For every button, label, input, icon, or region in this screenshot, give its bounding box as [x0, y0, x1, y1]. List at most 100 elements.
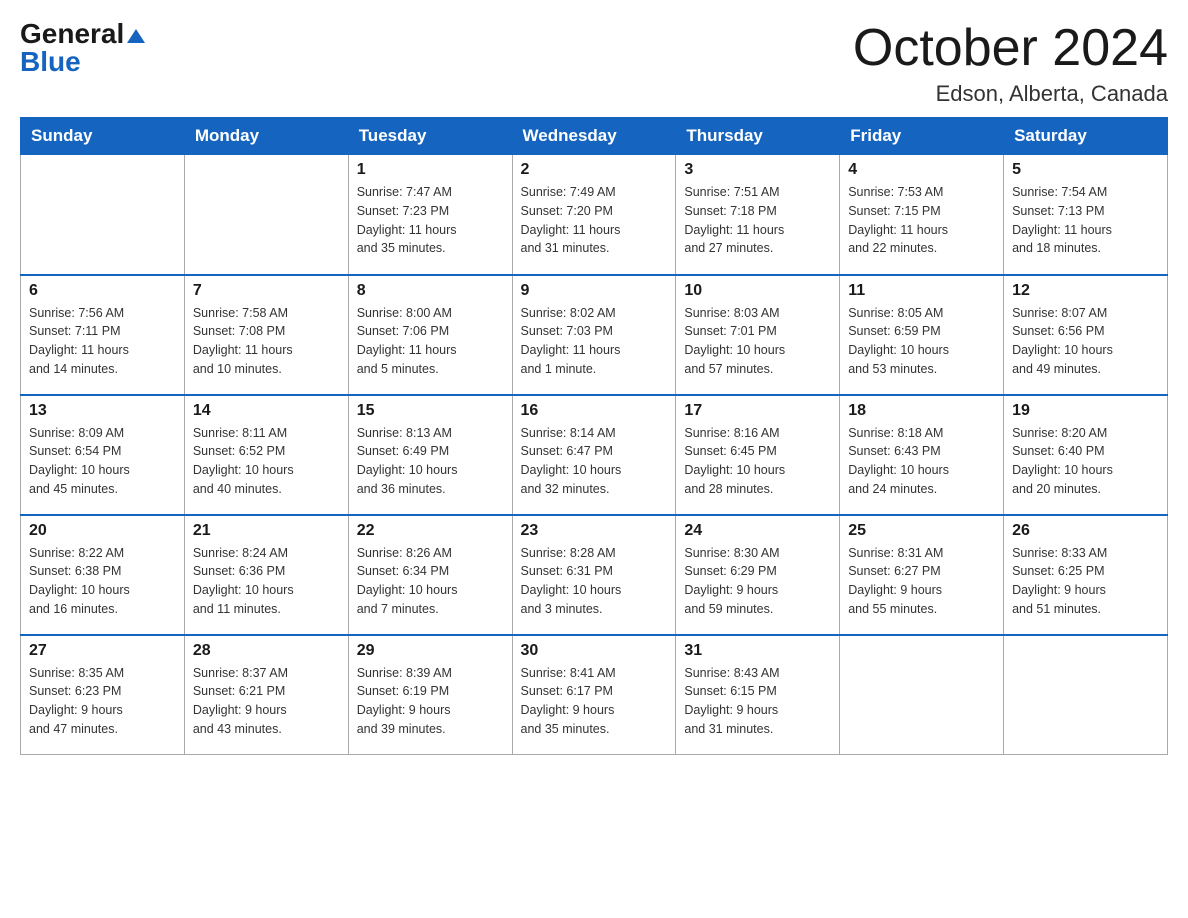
day-info: Sunrise: 8:16 AMSunset: 6:45 PMDaylight:…: [684, 424, 831, 499]
day-number: 27: [29, 642, 176, 660]
day-number: 29: [357, 642, 504, 660]
calendar-table: SundayMondayTuesdayWednesdayThursdayFrid…: [20, 117, 1168, 755]
calendar-cell: 5Sunrise: 7:54 AMSunset: 7:13 PMDaylight…: [1004, 155, 1168, 275]
page-header: General Blue October 2024 Edson, Alberta…: [20, 20, 1168, 107]
day-info: Sunrise: 7:51 AMSunset: 7:18 PMDaylight:…: [684, 183, 831, 258]
day-info: Sunrise: 7:56 AMSunset: 7:11 PMDaylight:…: [29, 304, 176, 379]
day-info: Sunrise: 8:02 AMSunset: 7:03 PMDaylight:…: [521, 304, 668, 379]
day-of-week-header: Sunday: [21, 118, 185, 155]
day-info: Sunrise: 7:49 AMSunset: 7:20 PMDaylight:…: [521, 183, 668, 258]
day-info: Sunrise: 8:14 AMSunset: 6:47 PMDaylight:…: [521, 424, 668, 499]
day-info: Sunrise: 8:09 AMSunset: 6:54 PMDaylight:…: [29, 424, 176, 499]
calendar-cell: 26 Sunrise: 8:33 AMSunset: 6:25 PMDayligh…: [1004, 515, 1168, 635]
day-info: Sunrise: 7:47 AMSunset: 7:23 PMDaylight:…: [357, 183, 504, 258]
day-info: Sunrise: 8:33 AMSunset: 6:25 PMDaylight:…: [1012, 544, 1159, 619]
logo: General Blue: [20, 20, 145, 76]
day-number: 17: [684, 402, 831, 420]
day-info: Sunrise: 8:03 AMSunset: 7:01 PMDaylight:…: [684, 304, 831, 379]
day-number: 14: [193, 402, 340, 420]
day-number: 12: [1012, 282, 1159, 300]
day-info: Sunrise: 7:53 AMSunset: 7:15 PMDaylight:…: [848, 183, 995, 258]
day-of-week-header: Wednesday: [512, 118, 676, 155]
day-info: Sunrise: 8:20 AMSunset: 6:40 PMDaylight:…: [1012, 424, 1159, 499]
day-number: 4: [848, 161, 995, 179]
day-of-week-header: Friday: [840, 118, 1004, 155]
calendar-week-row: 20 Sunrise: 8:22 AMSunset: 6:38 PMDayligh…: [21, 515, 1168, 635]
calendar-cell: 18Sunrise: 8:18 AMSunset: 6:43 PMDayligh…: [840, 395, 1004, 515]
month-title: October 2024: [853, 20, 1168, 77]
calendar-cell: 13Sunrise: 8:09 AMSunset: 6:54 PMDayligh…: [21, 395, 185, 515]
day-number: 24: [684, 522, 831, 540]
calendar-cell: 17 Sunrise: 8:16 AMSunset: 6:45 PMDayligh…: [676, 395, 840, 515]
calendar-cell: 1Sunrise: 7:47 AMSunset: 7:23 PMDaylight…: [348, 155, 512, 275]
calendar-cell: 15 Sunrise: 8:13 AMSunset: 6:49 PMDayligh…: [348, 395, 512, 515]
calendar-cell: 7 Sunrise: 7:58 AMSunset: 7:08 PMDaylight…: [184, 275, 348, 395]
header-row: SundayMondayTuesdayWednesdayThursdayFrid…: [21, 118, 1168, 155]
day-of-week-header: Monday: [184, 118, 348, 155]
calendar-cell: 30 Sunrise: 8:41 AMSunset: 6:17 PMDayligh…: [512, 635, 676, 755]
calendar-cell: 19 Sunrise: 8:20 AMSunset: 6:40 PMDayligh…: [1004, 395, 1168, 515]
day-info: Sunrise: 8:35 AMSunset: 6:23 PMDaylight:…: [29, 664, 176, 739]
day-info: Sunrise: 8:00 AMSunset: 7:06 PMDaylight:…: [357, 304, 504, 379]
day-info: Sunrise: 8:26 AMSunset: 6:34 PMDaylight:…: [357, 544, 504, 619]
day-number: 2: [521, 161, 668, 179]
day-number: 8: [357, 282, 504, 300]
day-number: 26: [1012, 522, 1159, 540]
day-number: 11: [848, 282, 995, 300]
calendar-cell: [1004, 635, 1168, 755]
day-number: 23: [521, 522, 668, 540]
calendar-week-row: 27 Sunrise: 8:35 AMSunset: 6:23 PMDayligh…: [21, 635, 1168, 755]
day-number: 15: [357, 402, 504, 420]
day-info: Sunrise: 8:28 AMSunset: 6:31 PMDaylight:…: [521, 544, 668, 619]
day-of-week-header: Tuesday: [348, 118, 512, 155]
day-number: 21: [193, 522, 340, 540]
day-info: Sunrise: 8:31 AMSunset: 6:27 PMDaylight:…: [848, 544, 995, 619]
day-number: 9: [521, 282, 668, 300]
day-number: 19: [1012, 402, 1159, 420]
title-block: October 2024 Edson, Alberta, Canada: [853, 20, 1168, 107]
day-info: Sunrise: 8:39 AMSunset: 6:19 PMDaylight:…: [357, 664, 504, 739]
logo-blue-text: Blue: [20, 48, 81, 76]
logo-general-text: General: [20, 20, 145, 48]
day-info: Sunrise: 8:41 AMSunset: 6:17 PMDaylight:…: [521, 664, 668, 739]
calendar-cell: 25 Sunrise: 8:31 AMSunset: 6:27 PMDayligh…: [840, 515, 1004, 635]
calendar-cell: 28 Sunrise: 8:37 AMSunset: 6:21 PMDayligh…: [184, 635, 348, 755]
day-info: Sunrise: 8:13 AMSunset: 6:49 PMDaylight:…: [357, 424, 504, 499]
calendar-week-row: 6 Sunrise: 7:56 AMSunset: 7:11 PMDaylight…: [21, 275, 1168, 395]
calendar-week-row: 1Sunrise: 7:47 AMSunset: 7:23 PMDaylight…: [21, 155, 1168, 275]
calendar-cell: 31Sunrise: 8:43 AMSunset: 6:15 PMDayligh…: [676, 635, 840, 755]
day-info: Sunrise: 8:24 AMSunset: 6:36 PMDaylight:…: [193, 544, 340, 619]
calendar-cell: 3 Sunrise: 7:51 AMSunset: 7:18 PMDaylight…: [676, 155, 840, 275]
day-number: 3: [684, 161, 831, 179]
day-info: Sunrise: 7:58 AMSunset: 7:08 PMDaylight:…: [193, 304, 340, 379]
calendar-cell: 8 Sunrise: 8:00 AMSunset: 7:06 PMDaylight…: [348, 275, 512, 395]
calendar-cell: [184, 155, 348, 275]
calendar-cell: [840, 635, 1004, 755]
calendar-cell: 23 Sunrise: 8:28 AMSunset: 6:31 PMDayligh…: [512, 515, 676, 635]
location: Edson, Alberta, Canada: [853, 81, 1168, 107]
day-number: 6: [29, 282, 176, 300]
day-number: 25: [848, 522, 995, 540]
day-info: Sunrise: 7:54 AMSunset: 7:13 PMDaylight:…: [1012, 183, 1159, 258]
day-info: Sunrise: 8:43 AMSunset: 6:15 PMDaylight:…: [684, 664, 831, 739]
calendar-cell: 16Sunrise: 8:14 AMSunset: 6:47 PMDayligh…: [512, 395, 676, 515]
calendar-cell: 21 Sunrise: 8:24 AMSunset: 6:36 PMDayligh…: [184, 515, 348, 635]
calendar-cell: 29 Sunrise: 8:39 AMSunset: 6:19 PMDayligh…: [348, 635, 512, 755]
day-number: 20: [29, 522, 176, 540]
day-number: 22: [357, 522, 504, 540]
calendar-cell: 24Sunrise: 8:30 AMSunset: 6:29 PMDayligh…: [676, 515, 840, 635]
calendar-cell: 6 Sunrise: 7:56 AMSunset: 7:11 PMDaylight…: [21, 275, 185, 395]
calendar-cell: 14Sunrise: 8:11 AMSunset: 6:52 PMDayligh…: [184, 395, 348, 515]
day-number: 30: [521, 642, 668, 660]
day-info: Sunrise: 8:05 AMSunset: 6:59 PMDaylight:…: [848, 304, 995, 379]
day-number: 18: [848, 402, 995, 420]
calendar-cell: 27 Sunrise: 8:35 AMSunset: 6:23 PMDayligh…: [21, 635, 185, 755]
day-info: Sunrise: 8:37 AMSunset: 6:21 PMDaylight:…: [193, 664, 340, 739]
day-info: Sunrise: 8:22 AMSunset: 6:38 PMDaylight:…: [29, 544, 176, 619]
calendar-cell: 2 Sunrise: 7:49 AMSunset: 7:20 PMDaylight…: [512, 155, 676, 275]
day-number: 7: [193, 282, 340, 300]
calendar-cell: [21, 155, 185, 275]
calendar-cell: 12Sunrise: 8:07 AMSunset: 6:56 PMDayligh…: [1004, 275, 1168, 395]
day-number: 28: [193, 642, 340, 660]
calendar-cell: 20 Sunrise: 8:22 AMSunset: 6:38 PMDayligh…: [21, 515, 185, 635]
